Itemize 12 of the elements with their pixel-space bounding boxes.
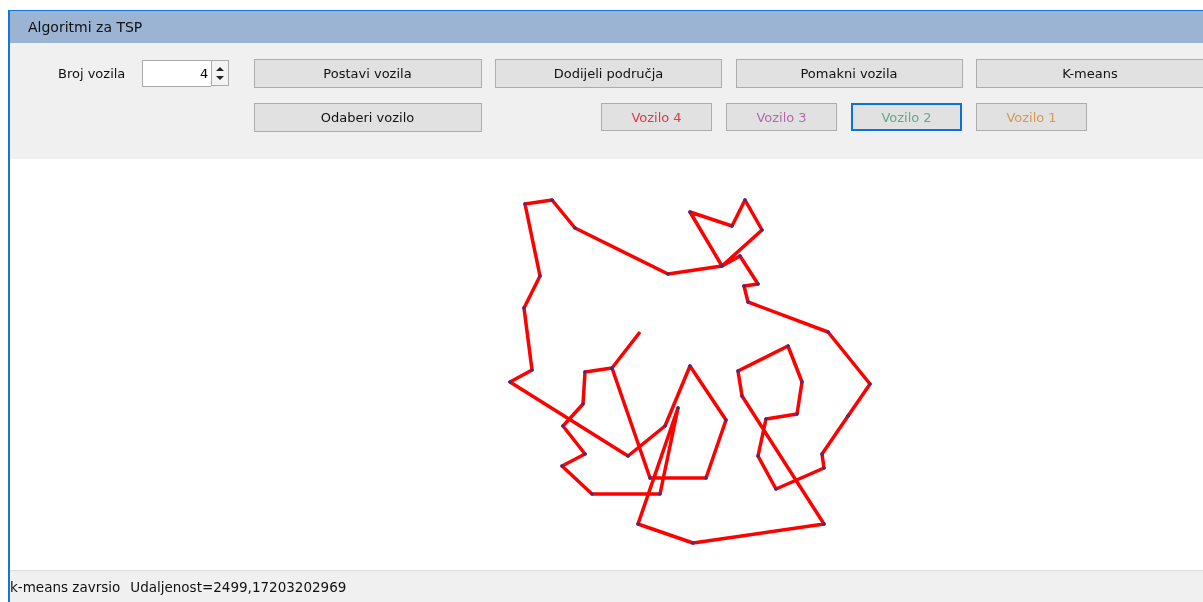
vehicle-count-label: Broj vozila — [58, 66, 126, 81]
window-title: Algoritmi za TSP — [10, 11, 1203, 43]
status-message: k-means zavrsio — [10, 578, 121, 595]
action-button[interactable]: K-means — [976, 59, 1203, 88]
vehicle-count-field[interactable]: 4 — [142, 60, 212, 87]
spin-arrows-icon[interactable] — [211, 60, 230, 87]
vehicle-button[interactable]: Vozilo 4 — [601, 103, 712, 131]
action-button[interactable]: Postavi vozila — [253, 59, 482, 88]
action-button[interactable]: Dodijeli područja — [495, 59, 722, 88]
action-button[interactable]: Pomakni vozila — [735, 59, 963, 88]
distance-readout: Udaljenost=2499,17203202969 — [130, 578, 347, 595]
select-vehicle-button[interactable]: Odaberi vozilo — [253, 103, 482, 132]
